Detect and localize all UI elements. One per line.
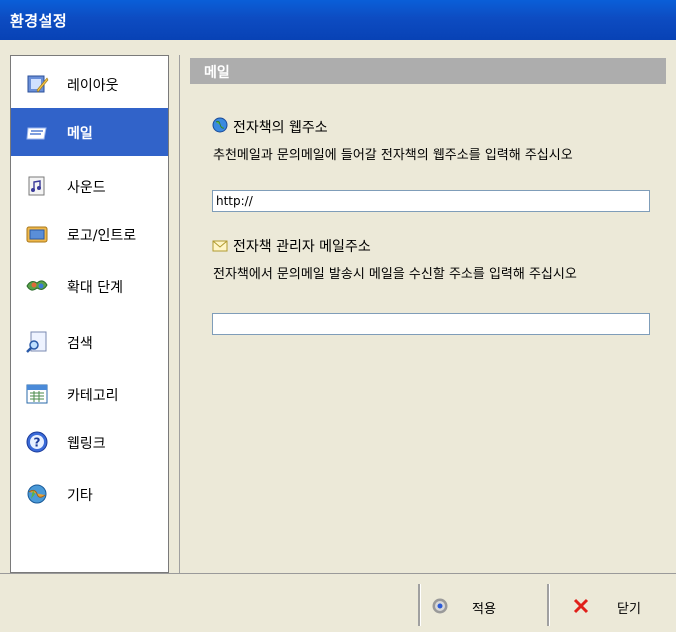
sidebar-item-logo-intro[interactable]: 로고/인트로 [11,210,168,258]
sidebar-item-label: 확대 단계 [67,280,123,296]
category-icon [25,382,49,406]
sidebar-item-weblink[interactable]: ? 웹링크 [11,418,168,466]
button-separator [547,584,550,626]
search-icon [25,330,49,354]
admin-email-title: 전자책 관리자 메일주소 [233,239,371,255]
sidebar-item-mail[interactable]: 메일 [11,108,168,156]
footer-divider [0,573,676,574]
apply-button[interactable]: 적용 [424,586,546,626]
sidebar-item-misc[interactable]: 기타 [11,470,168,518]
close-button[interactable]: 닫기 [553,586,676,626]
sidebar-item-sound[interactable]: 사운드 [11,162,168,210]
logo-icon [25,222,49,246]
close-icon [573,598,589,614]
window-title: 환경설정 [10,12,68,30]
sidebar-item-label: 레이아웃 [67,78,119,94]
sidebar-item-layout[interactable]: 레이아웃 [11,60,168,108]
sidebar-item-label: 검색 [67,336,93,352]
zoom-icon [25,274,49,298]
sidebar-item-label: 로고/인트로 [67,228,137,244]
sidebar-item-category[interactable]: 카테고리 [11,370,168,418]
button-separator [418,584,421,626]
web-address-input[interactable] [212,190,650,212]
web-address-title: 전자책의 웹주소 [233,120,328,136]
sound-icon [25,174,49,198]
svg-text:?: ? [34,436,41,450]
envelope-icon [212,238,228,254]
gear-icon [431,597,449,615]
section-title: 메일 [204,65,230,81]
globe-icon [212,117,228,133]
sidebar-item-search[interactable]: 검색 [11,318,168,366]
weblink-icon: ? [25,430,49,454]
sidebar-item-label: 웹링크 [67,436,106,452]
sidebar-item-label: 카테고리 [67,388,119,404]
misc-icon [25,482,49,506]
sidebar-item-label: 기타 [67,488,93,504]
sidebar-item-label: 사운드 [67,180,106,196]
title-bar: 환경설정 [0,0,676,40]
sidebar-item-zoom[interactable]: 확대 단계 [11,262,168,310]
apply-label: 적용 [472,602,496,617]
layout-icon [25,72,49,96]
sidebar: 레이아웃 메일 사운드 로고/인트로 확대 단계 검색 카테고리 ? 웹링크 기… [10,55,169,573]
close-label: 닫기 [617,602,641,617]
sidebar-item-label: 메일 [67,126,93,142]
settings-content: 메일 전자책의 웹주소 추천메일과 문의메일에 들어갈 전자책의 웹주소를 입력… [179,55,676,573]
admin-email-description: 전자책에서 문의메일 발송시 메일을 수신할 주소를 입력해 주십시오 [213,267,577,282]
section-header: 메일 [190,58,666,84]
web-address-description: 추천메일과 문의메일에 들어갈 전자책의 웹주소를 입력해 주십시오 [213,148,573,163]
admin-email-input[interactable] [212,313,650,335]
mail-icon [25,120,49,144]
